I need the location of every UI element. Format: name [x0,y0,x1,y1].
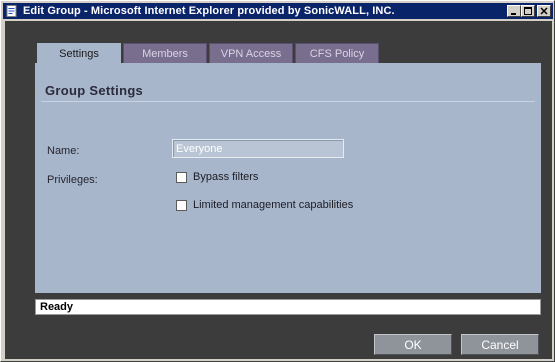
privileges-label: Privileges: [47,174,98,186]
ie-page-icon [5,5,19,17]
cancel-button[interactable]: Cancel [461,334,539,355]
name-field[interactable] [172,139,344,158]
edit-group-window: Edit Group - Microsoft Internet Explorer… [0,0,555,362]
tab-strip: Settings Members VPN Access CFS Policy [37,43,379,64]
tab-cfs-policy[interactable]: CFS Policy [295,43,379,63]
tab-settings[interactable]: Settings [37,43,121,64]
window-controls [507,5,551,17]
ok-button[interactable]: OK [374,334,452,355]
close-icon[interactable] [537,5,551,17]
limited-management-option[interactable]: Limited management capabilities [176,199,353,211]
limited-management-label: Limited management capabilities [193,199,354,211]
section-title: Group Settings [45,83,144,98]
minimize-icon[interactable] [507,5,521,17]
maximize-icon[interactable] [521,5,535,17]
window-title: Edit Group - Microsoft Internet Explorer… [23,5,395,17]
tab-vpn-access[interactable]: VPN Access [209,43,293,63]
group-settings-panel: Group Settings Name: Privileges: Bypass … [35,63,541,293]
dialog-content: Settings Members VPN Access CFS Policy G… [5,21,552,359]
bypass-filters-checkbox[interactable] [176,171,187,183]
bypass-filters-label: Bypass filters [193,171,259,183]
status-bar: Ready [35,299,541,315]
name-label: Name: [47,145,80,157]
section-divider [41,101,535,102]
title-bar[interactable]: Edit Group - Microsoft Internet Explorer… [3,3,553,19]
tab-members[interactable]: Members [123,43,207,63]
limited-management-checkbox[interactable] [176,199,187,211]
bypass-filters-option[interactable]: Bypass filters [176,171,258,183]
